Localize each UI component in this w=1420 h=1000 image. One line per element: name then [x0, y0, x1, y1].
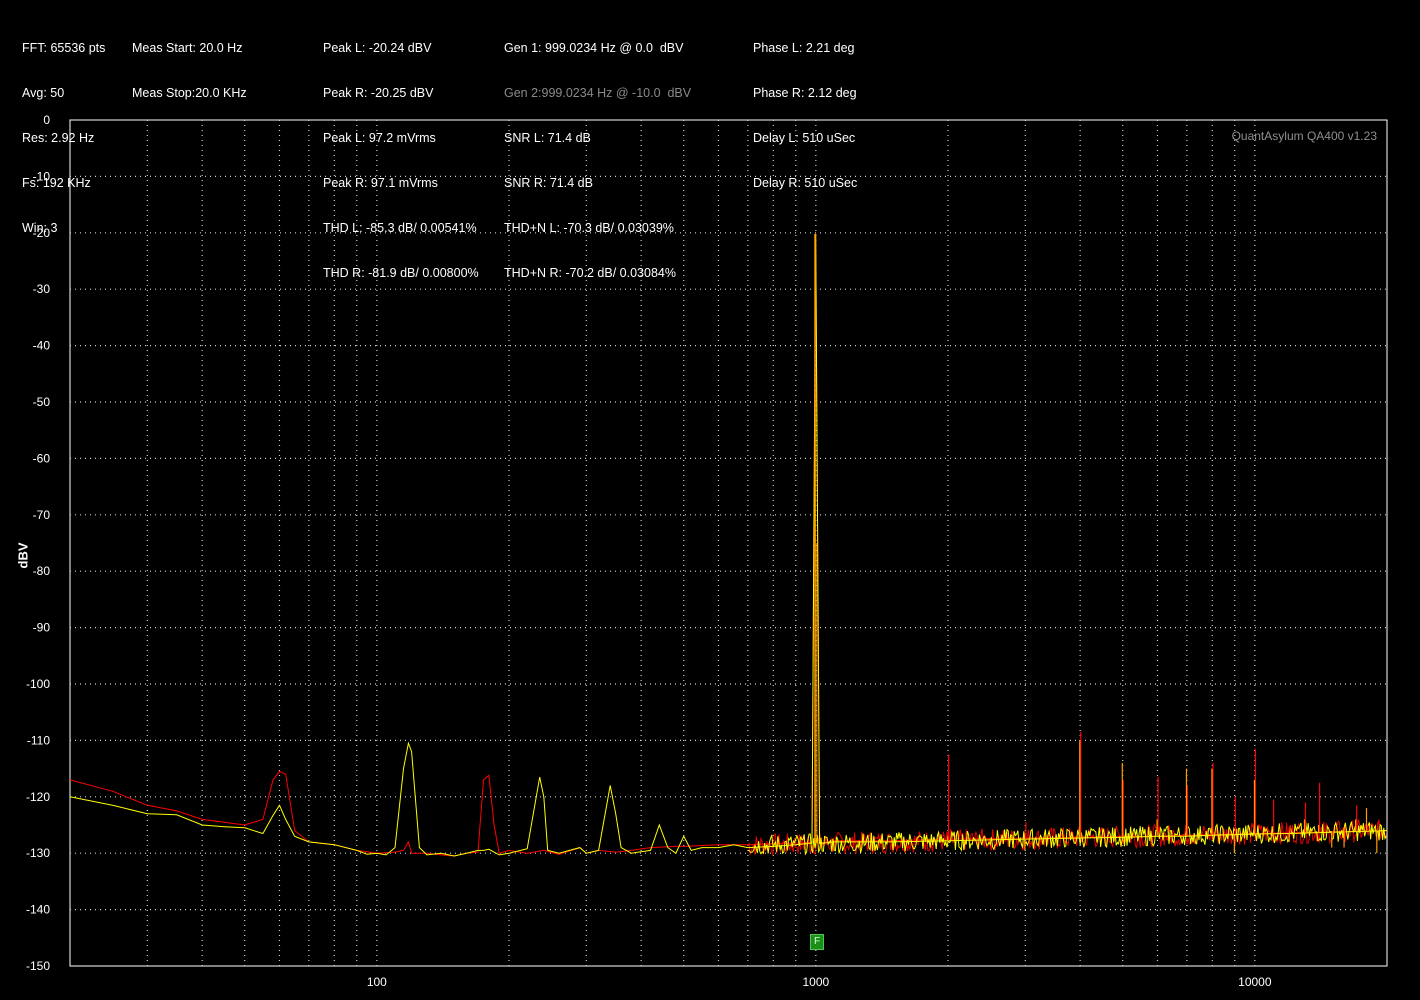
peak-thd-readouts: Peak L: -20.24 dBV Peak R: -20.25 dBV Pe…: [323, 11, 479, 296]
y-tick-label: -150: [26, 959, 50, 973]
x-tick-label: 10000: [1238, 975, 1272, 989]
y-tick-label: -140: [26, 903, 50, 917]
y-tick-label: -110: [27, 733, 50, 747]
frequency-marker[interactable]: F: [810, 934, 824, 950]
x-tick-label: 100: [367, 975, 387, 989]
snr-l: SNR L: 71.4 dB: [504, 131, 591, 145]
phase-l: Phase L: 2.21 deg: [753, 41, 855, 55]
phase-r: Phase R: 2.12 deg: [753, 86, 857, 100]
generator-snr-readouts: Gen 1: 999.0234 Hz @ 0.0 dBV Gen 2:999.0…: [504, 11, 691, 296]
fft-settings: FFT: 65536 pts Avg: 50 Res: 2.92 Hz Fs: …: [22, 11, 105, 251]
plot-area: [69, 119, 1388, 967]
peak-r-dbv: Peak R: -20.25 dBV: [323, 86, 434, 100]
measure-range: Meas Start: 20.0 Hz Meas Stop:20.0 KHz: [132, 11, 247, 116]
delay-l: Delay L: 510 uSec: [753, 131, 856, 145]
window: Win: 3: [22, 221, 58, 235]
meas-stop: Meas Stop:20.0 KHz: [132, 86, 247, 100]
y-tick-label: -130: [26, 846, 50, 860]
resolution: Res: 2.92 Hz: [22, 131, 95, 145]
meas-start: Meas Start: 20.0 Hz: [132, 41, 243, 55]
thd-l: THD L: -85.3 dB/ 0.00541%: [323, 221, 477, 235]
y-tick-label: -30: [33, 282, 51, 296]
sample-rate: Fs: 192 KHz: [22, 176, 91, 190]
delay-r: Delay R: 510 uSec: [753, 176, 858, 190]
y-tick-label: -40: [33, 339, 51, 353]
y-tick-label: -50: [33, 395, 51, 409]
version-watermark: QuantAsylum QA400 v1.23: [1231, 129, 1377, 143]
spectrum-plot[interactable]: 0-10-20-30-40-50-60-70-80-90-100-110-120…: [0, 0, 1420, 1000]
peak-l-dbv: Peak L: -20.24 dBV: [323, 41, 432, 55]
y-tick-label: -100: [26, 677, 50, 691]
y-tick-label: -60: [33, 451, 51, 465]
y-tick-label: -80: [33, 564, 51, 578]
averages: Avg: 50: [22, 86, 65, 100]
gen-1: Gen 1: 999.0234 Hz @ 0.0 dBV: [504, 41, 684, 55]
gen-2: Gen 2:999.0234 Hz @ -10.0 dBV: [504, 86, 692, 100]
fft-points: FFT: 65536 pts: [22, 41, 106, 55]
thd-r: THD R: -81.9 dB/ 0.00800%: [323, 266, 479, 280]
x-tick-label: 1000: [802, 975, 829, 989]
y-tick-label: -90: [33, 621, 51, 635]
thdn-r: THD+N R: -70.2 dB/ 0.03084%: [504, 266, 676, 280]
snr-r: SNR R: 71.4 dB: [504, 176, 593, 190]
thdn-l: THD+N L: -70.3 dB/ 0.03039%: [504, 221, 674, 235]
peak-l-mvrms: Peak L: 97.2 mVrms: [323, 131, 436, 145]
peak-r-mvrms: Peak R: 97.1 mVrms: [323, 176, 438, 190]
phase-delay-readouts: Phase L: 2.21 deg Phase R: 2.12 deg Dela…: [753, 11, 857, 206]
y-tick-label: -70: [33, 508, 51, 522]
y-tick-label: -120: [26, 790, 50, 804]
y-axis-label: dBV: [15, 542, 31, 569]
